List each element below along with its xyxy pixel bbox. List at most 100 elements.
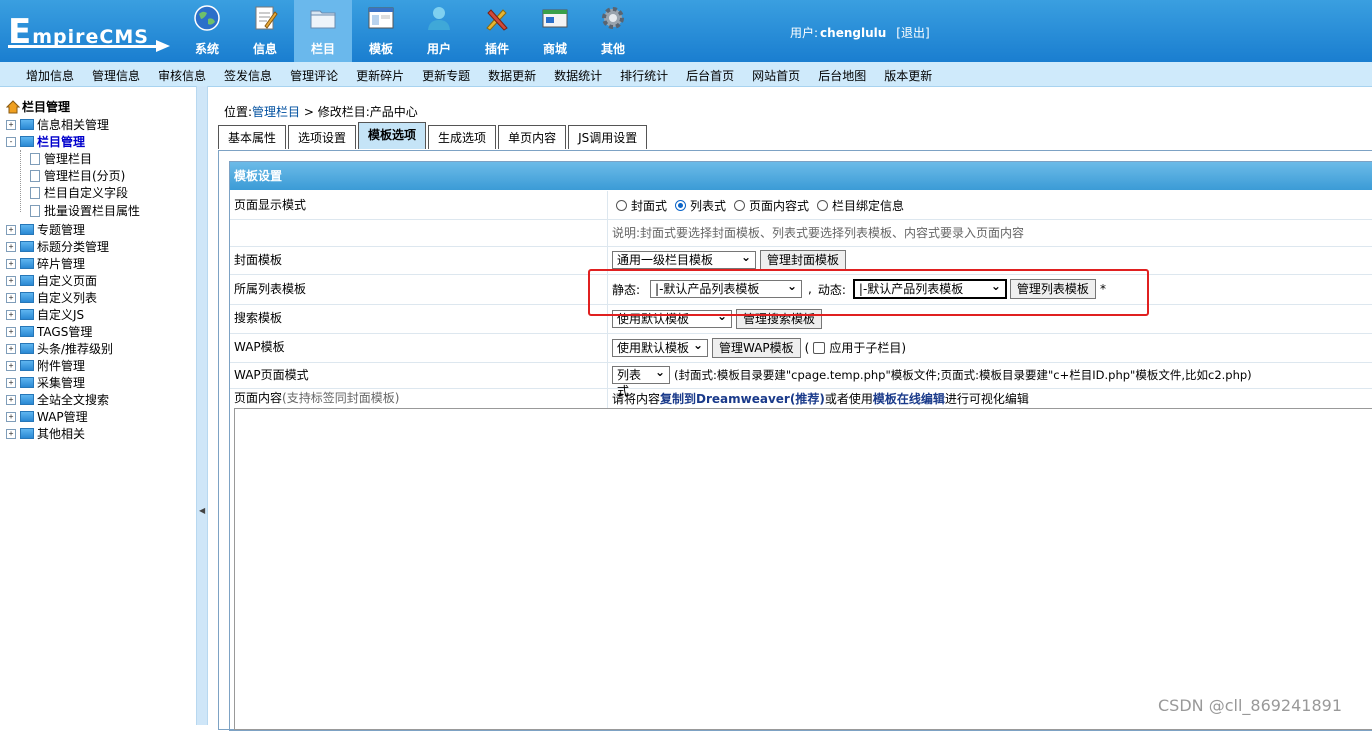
expand-icon[interactable]: + bbox=[6, 343, 16, 354]
tab-bar: 基本属性 选项设置 模板选项 生成选项 单页内容 JS调用设置 bbox=[218, 122, 649, 149]
expand-icon[interactable]: + bbox=[6, 241, 16, 252]
expand-icon[interactable]: + bbox=[6, 309, 16, 320]
dynamic-list-template-select[interactable]: |-默认产品列表模板 bbox=[852, 278, 1007, 299]
apply-to-children-checkbox[interactable] bbox=[813, 341, 826, 354]
manage-list-template-button[interactable]: 管理列表模板 bbox=[1009, 279, 1096, 299]
page-content-hint: 请将内容 复制到Dreamweaver(推荐) 或者使用 模板在线编辑 进行可视化编辑 bbox=[612, 390, 1029, 407]
expand-icon[interactable]: + bbox=[6, 292, 16, 303]
tree-node-other[interactable]: + 其他相关 bbox=[6, 425, 85, 442]
nav-label: 其他 bbox=[600, 42, 625, 56]
folder-icon bbox=[310, 10, 336, 29]
link-update-fragments[interactable]: 更新碎片 bbox=[356, 67, 404, 84]
static-list-template-select[interactable]: |-默认产品列表模板 bbox=[650, 278, 803, 298]
cover-template-select[interactable]: 通用一级栏目模板 bbox=[612, 249, 756, 269]
link-version-update[interactable]: 版本更新 bbox=[884, 67, 932, 84]
expand-icon[interactable]: + bbox=[6, 411, 16, 422]
link-data-stats[interactable]: 数据统计 bbox=[554, 67, 602, 84]
tree-node-title-categories[interactable]: + 标题分类管理 bbox=[6, 238, 109, 255]
nav-user[interactable]: 用户 bbox=[410, 0, 468, 62]
nav-column[interactable]: 栏目 bbox=[294, 0, 352, 62]
copy-to-dreamweaver-link[interactable]: 复制到Dreamweaver(推荐) bbox=[660, 390, 825, 407]
link-add-info[interactable]: 增加信息 bbox=[26, 67, 74, 84]
tree-node-custom-lists[interactable]: + 自定义列表 bbox=[6, 289, 97, 306]
tab-single-page[interactable]: 单页内容 bbox=[498, 125, 567, 149]
tree-node-fulltext-search[interactable]: + 全站全文搜索 bbox=[6, 391, 109, 408]
tree-node-custom-js[interactable]: + 自定义JS bbox=[6, 306, 84, 323]
nav-system[interactable]: 系统 bbox=[178, 0, 236, 62]
nav-shop[interactable]: 商城 bbox=[526, 0, 584, 62]
globe-icon bbox=[194, 5, 220, 31]
tree-node-tags[interactable]: + TAGS管理 bbox=[6, 323, 92, 340]
tab-template[interactable]: 模板选项 bbox=[358, 122, 427, 149]
manage-search-template-button[interactable]: 管理搜索模板 bbox=[736, 308, 823, 329]
link-update-topics[interactable]: 更新专题 bbox=[422, 67, 470, 84]
expand-icon[interactable]: + bbox=[6, 428, 16, 439]
empirecms-logo[interactable]: EmpireCMS bbox=[6, 6, 176, 56]
breadcrumb-link-manage-column[interactable]: 管理栏目 bbox=[252, 105, 300, 119]
radio-page-content[interactable] bbox=[734, 199, 746, 211]
link-admin-map[interactable]: 后台地图 bbox=[818, 67, 866, 84]
expand-icon[interactable]: + bbox=[6, 224, 16, 235]
tree-node-info-related[interactable]: + 信息相关管理 bbox=[6, 116, 109, 133]
csdn-watermark: CSDN @cll_869241891 bbox=[1158, 696, 1343, 715]
display-mode-note: 说明:封面式要选择封面模板、列表式要选择列表模板、内容式要录入页面内容 bbox=[612, 226, 1025, 240]
link-audit-info[interactable]: 审核信息 bbox=[158, 67, 206, 84]
link-site-home[interactable]: 网站首页 bbox=[752, 67, 800, 84]
radio-list[interactable] bbox=[675, 199, 687, 211]
tab-basic[interactable]: 基本属性 bbox=[218, 125, 287, 149]
tree-child-manage-column-paged[interactable]: 管理栏目(分页) bbox=[30, 167, 125, 184]
radio-bind-info[interactable] bbox=[817, 199, 829, 211]
online-template-edit-link[interactable]: 模板在线编辑 bbox=[873, 390, 945, 407]
tree-node-custom-pages[interactable]: + 自定义页面 bbox=[6, 272, 97, 289]
folder-icon bbox=[20, 428, 34, 439]
logout-link[interactable]: [退出] bbox=[896, 26, 929, 40]
link-ranking-stats[interactable]: 排行统计 bbox=[620, 67, 668, 84]
nav-other[interactable]: 其他 bbox=[584, 0, 642, 62]
expand-icon[interactable]: + bbox=[6, 377, 16, 388]
radio-cover[interactable] bbox=[616, 199, 627, 211]
tree-node-column-manage[interactable]: - 栏目管理 bbox=[6, 133, 85, 150]
expand-icon[interactable]: + bbox=[6, 275, 16, 286]
nav-plugin[interactable]: 插件 bbox=[468, 0, 526, 62]
link-admin-home[interactable]: 后台首页 bbox=[686, 67, 734, 84]
tree-child-column-custom-fields[interactable]: 栏目自定义字段 bbox=[30, 184, 128, 201]
main-content: 位置:管理栏目 > 修改栏目:产品中心 基本属性 选项设置 模板选项 生成选项 … bbox=[208, 86, 1372, 731]
tree-root[interactable]: 栏目管理 bbox=[6, 98, 70, 115]
wap-mode-select[interactable]: 列表式 bbox=[612, 364, 670, 398]
nav-template[interactable]: 模板 bbox=[352, 0, 410, 62]
nav-label: 插件 bbox=[484, 42, 509, 56]
page-content-editor[interactable] bbox=[234, 408, 1372, 730]
wap-template-select[interactable]: 使用默认模板 bbox=[612, 337, 708, 357]
tab-generate[interactable]: 生成选项 bbox=[428, 125, 497, 149]
collapse-left-icon[interactable]: ◀ bbox=[199, 506, 205, 515]
expand-icon[interactable]: + bbox=[6, 326, 16, 337]
tree-node-fragments[interactable]: + 碎片管理 bbox=[6, 255, 85, 272]
link-data-update[interactable]: 数据更新 bbox=[488, 67, 536, 84]
tab-options[interactable]: 选项设置 bbox=[288, 125, 357, 149]
tree-node-wap[interactable]: + WAP管理 bbox=[6, 408, 88, 425]
panel-splitter[interactable]: ◀ bbox=[196, 86, 208, 725]
expand-icon[interactable]: + bbox=[6, 258, 16, 269]
tree-node-headline-levels[interactable]: + 头条/推荐级别 bbox=[6, 340, 113, 357]
tree-node-attachments[interactable]: + 附件管理 bbox=[6, 357, 85, 374]
expand-icon[interactable]: + bbox=[6, 360, 16, 371]
tree-node-collection[interactable]: + 采集管理 bbox=[6, 374, 85, 391]
tab-js-call[interactable]: JS调用设置 bbox=[568, 125, 648, 149]
tree-node-topics[interactable]: + 专题管理 bbox=[6, 221, 85, 238]
tree-child-batch-column-attrs[interactable]: 批量设置栏目属性 bbox=[30, 202, 140, 219]
link-manage-comments[interactable]: 管理评论 bbox=[290, 67, 338, 84]
display-mode-options: 封面式 列表式 页面内容式 栏目绑定信息 bbox=[612, 191, 904, 219]
link-manage-info[interactable]: 管理信息 bbox=[92, 67, 140, 84]
home-icon bbox=[6, 99, 20, 113]
expand-icon[interactable]: + bbox=[6, 394, 16, 405]
collapse-icon[interactable]: - bbox=[6, 136, 16, 147]
manage-cover-template-button[interactable]: 管理封面模板 bbox=[760, 250, 847, 270]
static-label: 静态: bbox=[612, 282, 641, 297]
search-template-select[interactable]: 使用默认模板 bbox=[612, 308, 732, 328]
tree-child-manage-column[interactable]: 管理栏目 bbox=[30, 150, 92, 167]
manage-wap-template-button[interactable]: 管理WAP模板 bbox=[712, 337, 801, 358]
expand-icon[interactable]: + bbox=[6, 119, 16, 130]
link-sign-info[interactable]: 签发信息 bbox=[224, 67, 272, 84]
row-wap-mode: WAP页面模式 列表式 (封面式:模板目录要建"cpage.temp.php"模… bbox=[230, 362, 1372, 398]
nav-info[interactable]: 信息 bbox=[236, 0, 294, 62]
